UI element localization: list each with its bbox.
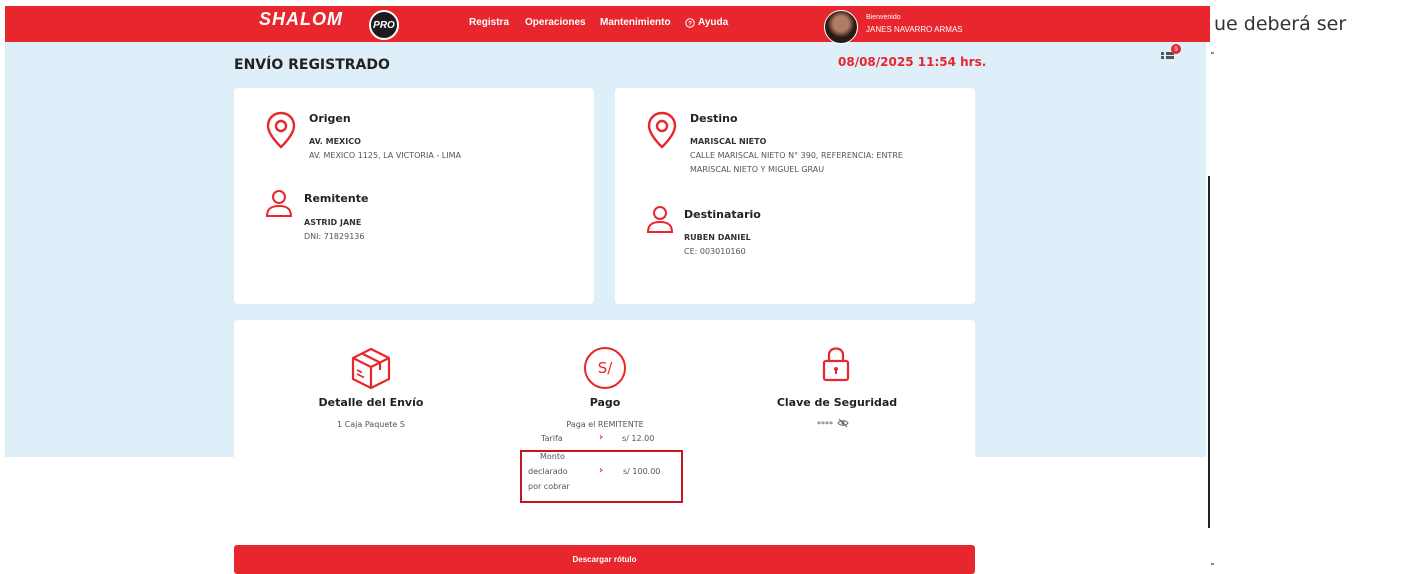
user-name[interactable]: JANES NAVARRO ARMAS (866, 25, 963, 34)
brand-logo[interactable]: SHALOM (259, 9, 343, 30)
notifications-badge: 9 (1171, 44, 1181, 54)
destination-name: MARISCAL NIETO (690, 137, 767, 146)
recipient-doc: CE: 003010160 (684, 247, 746, 256)
download-label-button[interactable]: Descargar rótulo (234, 545, 975, 574)
nav-registra[interactable]: Registra (469, 17, 509, 28)
brand-pro-badge: PRO (369, 10, 399, 40)
origin-name: AV. MEXICO (309, 137, 361, 146)
sender-name: ASTRID JANE (304, 218, 362, 227)
destination-address-line2: MARISCAL NIETO Y MIGUEL GRAU (690, 165, 825, 174)
nav-operaciones[interactable]: Operaciones (525, 17, 586, 28)
payment-heading: Pago (589, 396, 621, 409)
help-icon: ? (685, 17, 695, 28)
sender-doc: DNI: 71829136 (304, 232, 365, 241)
side-divider (1208, 176, 1210, 528)
location-pin-icon (647, 111, 677, 149)
currency-sol-icon: S/ (584, 347, 626, 389)
origin-address: AV. MEXICO 1125, LA VICTORIA - LIMA (309, 151, 461, 160)
sender-heading: Remitente (304, 192, 369, 205)
security-key-masked: **** (817, 420, 833, 429)
page-title: ENVÍO REGISTRADO (234, 57, 390, 73)
welcome-label: Bienvenido (866, 14, 901, 21)
location-pin-icon (266, 111, 296, 149)
shipment-detail: 1 Caja Paquete S (337, 420, 405, 429)
payment-payer: Paga el REMITENTE (566, 420, 644, 429)
shipment-heading: Detalle del Envío (318, 396, 424, 409)
eye-off-icon[interactable] (837, 418, 849, 428)
destination-address-line1: CALLE MARISCAL NIETO N° 390, REFERENCIA:… (690, 151, 903, 160)
tariff-label: Tarifa (541, 434, 563, 443)
nav-ayuda[interactable]: ? Ayuda (685, 17, 728, 28)
side-overflow-text: ue deberá ser (1214, 13, 1347, 35)
user-avatar[interactable] (824, 10, 858, 44)
nav-ayuda-label: Ayuda (698, 17, 729, 28)
package-box-icon (351, 347, 391, 390)
side-mark (1211, 52, 1214, 54)
registration-date: 08/08/2025 11:54 hrs. (838, 55, 987, 69)
nav-mantenimiento[interactable]: Mantenimiento (600, 17, 671, 28)
security-heading: Clave de Seguridad (776, 396, 898, 409)
declared-amount-highlight (520, 450, 683, 503)
padlock-icon (822, 347, 850, 382)
tariff-value: s/ 12.00 (622, 434, 655, 443)
chevron-right-icon: › (599, 432, 604, 443)
svg-text:?: ? (688, 20, 692, 27)
recipient-heading: Destinatario (684, 208, 761, 221)
origin-heading: Origen (309, 112, 351, 125)
recipient-name: RUBEN DANIEL (684, 233, 751, 242)
destination-heading: Destino (690, 112, 738, 125)
user-icon (646, 206, 674, 233)
user-icon (265, 190, 293, 217)
side-mark (1211, 563, 1214, 565)
